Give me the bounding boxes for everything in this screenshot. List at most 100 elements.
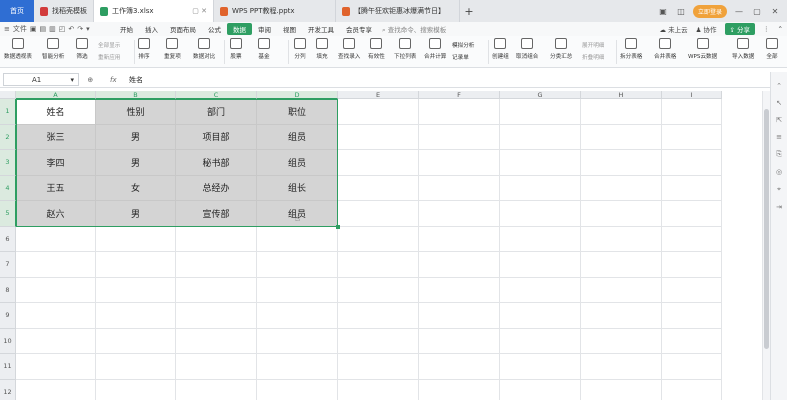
cell-c10[interactable] bbox=[176, 328, 257, 354]
scroll-thumb[interactable] bbox=[764, 109, 769, 349]
cell-f6[interactable] bbox=[419, 226, 500, 252]
cell-f3[interactable] bbox=[419, 150, 500, 176]
spreadsheet-grid[interactable]: A B C D E F G H I 1 姓名 性别 部门 职位 2 张三男项目部 组员 3 李四男秘书部 组员 4 王五女… bbox=[0, 91, 762, 400]
cell-g8[interactable] bbox=[500, 277, 581, 303]
cell-g2[interactable] bbox=[500, 124, 581, 150]
column-header-g[interactable]: G bbox=[500, 91, 581, 99]
home-tab[interactable]: 首页 bbox=[0, 0, 34, 22]
cell-a6[interactable] bbox=[16, 226, 96, 252]
fill-button[interactable]: 填充 bbox=[316, 38, 328, 60]
cell-d4[interactable]: 组长 bbox=[257, 175, 338, 201]
sync-icon[interactable]: ◎ bbox=[776, 168, 782, 176]
login-button[interactable]: 立即登录 bbox=[692, 4, 727, 18]
menu-view[interactable]: 视图 bbox=[277, 23, 302, 35]
cell-g9[interactable] bbox=[500, 303, 581, 329]
cell-i8[interactable] bbox=[662, 277, 722, 303]
cell-i7[interactable] bbox=[662, 252, 722, 278]
menu-page-layout[interactable]: 页面布局 bbox=[164, 23, 202, 35]
name-box[interactable]: A1 ▾ bbox=[3, 73, 79, 86]
cell-h6[interactable] bbox=[581, 226, 662, 252]
cell-f7[interactable] bbox=[419, 252, 500, 278]
select-tool-icon[interactable]: ⇱ bbox=[776, 116, 782, 124]
cell-c6[interactable] bbox=[176, 226, 257, 252]
export-pane-icon[interactable]: ⇥ bbox=[776, 203, 782, 211]
cell-b10[interactable] bbox=[96, 328, 176, 354]
tab-workbook[interactable]: 工作簿3.xlsx ▢ ✕ bbox=[94, 0, 214, 22]
cell-c2[interactable]: 项目部 bbox=[176, 124, 257, 150]
cell-d9[interactable] bbox=[257, 303, 338, 329]
column-header-e[interactable]: E bbox=[338, 91, 419, 99]
column-header-i[interactable]: I bbox=[662, 91, 722, 99]
cell-e6[interactable] bbox=[338, 226, 419, 252]
cell-d3[interactable]: 组员 bbox=[257, 150, 338, 176]
cell-e3[interactable] bbox=[338, 150, 419, 176]
cell-g12[interactable] bbox=[500, 379, 581, 400]
lookup-entry-button[interactable]: 查找录入 bbox=[338, 38, 360, 60]
cell-a12[interactable] bbox=[16, 379, 96, 400]
cell-d2[interactable]: 组员 bbox=[257, 124, 338, 150]
import-data-button[interactable]: 导入数据 bbox=[732, 38, 754, 60]
cell-d10[interactable] bbox=[257, 328, 338, 354]
collapse-ribbon-icon[interactable]: ⌃ bbox=[778, 25, 783, 33]
cell-g3[interactable] bbox=[500, 150, 581, 176]
cell-e10[interactable] bbox=[338, 328, 419, 354]
cell-e2[interactable] bbox=[338, 124, 419, 150]
cell-b2[interactable]: 男 bbox=[96, 124, 176, 150]
new-tab-button[interactable]: + bbox=[460, 0, 478, 22]
cell-e9[interactable] bbox=[338, 303, 419, 329]
tab-template[interactable]: 找稻壳模板 bbox=[34, 0, 94, 22]
cell-h10[interactable] bbox=[581, 328, 662, 354]
column-header-h[interactable]: H bbox=[581, 91, 662, 99]
cell-b5[interactable]: 男 bbox=[96, 201, 176, 227]
fund-button[interactable]: 基金 bbox=[258, 38, 270, 60]
merge-table-button[interactable]: 合并表格 bbox=[654, 38, 676, 60]
cell-d11[interactable] bbox=[257, 354, 338, 380]
pivot-table-button[interactable]: 数据透视表 bbox=[4, 38, 32, 60]
cursor-tool-icon[interactable]: ↖ bbox=[776, 99, 782, 107]
cell-g7[interactable] bbox=[500, 252, 581, 278]
more-menu-icon[interactable]: ⋮ bbox=[763, 25, 770, 33]
cell-e7[interactable] bbox=[338, 252, 419, 278]
collapse-rail-icon[interactable]: ⌃ bbox=[776, 82, 782, 90]
cell-i12[interactable] bbox=[662, 379, 722, 400]
menu-start[interactable]: 开始 bbox=[114, 23, 139, 35]
menu-review[interactable]: 审阅 bbox=[252, 23, 277, 35]
what-if-button[interactable]: 模拟分析 bbox=[452, 41, 474, 49]
cell-c9[interactable] bbox=[176, 303, 257, 329]
cell-a8[interactable] bbox=[16, 277, 96, 303]
share-button[interactable]: ⇪ 分享 bbox=[724, 23, 756, 35]
cell-h8[interactable] bbox=[581, 277, 662, 303]
row-header-8[interactable]: 8 bbox=[0, 277, 16, 303]
cell-a4[interactable]: 王五 bbox=[16, 175, 96, 201]
cell-f8[interactable] bbox=[419, 277, 500, 303]
cell-i4[interactable] bbox=[662, 175, 722, 201]
split-column-button[interactable]: 分列 bbox=[294, 38, 306, 60]
cell-h12[interactable] bbox=[581, 379, 662, 400]
column-header-a[interactable]: A bbox=[16, 91, 96, 99]
row-header-6[interactable]: 6 bbox=[0, 226, 16, 252]
consolidate-button[interactable]: 合并计算 bbox=[424, 38, 446, 60]
cell-f11[interactable] bbox=[419, 354, 500, 380]
cell-c5[interactable]: 宣传部 bbox=[176, 201, 257, 227]
cell-b9[interactable] bbox=[96, 303, 176, 329]
menu-formula[interactable]: 公式 bbox=[202, 23, 227, 35]
column-header-f[interactable]: F bbox=[419, 91, 500, 99]
cell-c12[interactable] bbox=[176, 379, 257, 400]
cell-a3[interactable]: 李四 bbox=[16, 150, 96, 176]
sort-button[interactable]: 排序 bbox=[138, 38, 150, 60]
cell-d1[interactable]: 职位 bbox=[257, 99, 338, 125]
refresh-all-button[interactable]: 全部 bbox=[766, 38, 778, 60]
skin-icon[interactable]: ◫ bbox=[675, 7, 687, 16]
tab-controls[interactable]: ▢ ✕ bbox=[192, 7, 207, 15]
cell-h3[interactable] bbox=[581, 150, 662, 176]
redo-icon[interactable]: ↷ bbox=[77, 25, 83, 33]
cell-e12[interactable] bbox=[338, 379, 419, 400]
data-compare-button[interactable]: 数据对比 bbox=[193, 38, 215, 60]
close-icon[interactable]: ✕ bbox=[769, 7, 781, 16]
row-header-11[interactable]: 11 bbox=[0, 354, 16, 380]
row-header-12[interactable]: 12 bbox=[0, 379, 16, 400]
cloud-status[interactable]: ☁ 未上云 bbox=[660, 24, 688, 34]
cell-b3[interactable]: 男 bbox=[96, 150, 176, 176]
more-icon[interactable]: ▾ bbox=[86, 25, 90, 33]
wps-cloud-data-button[interactable]: WPS云数据 bbox=[688, 38, 717, 60]
